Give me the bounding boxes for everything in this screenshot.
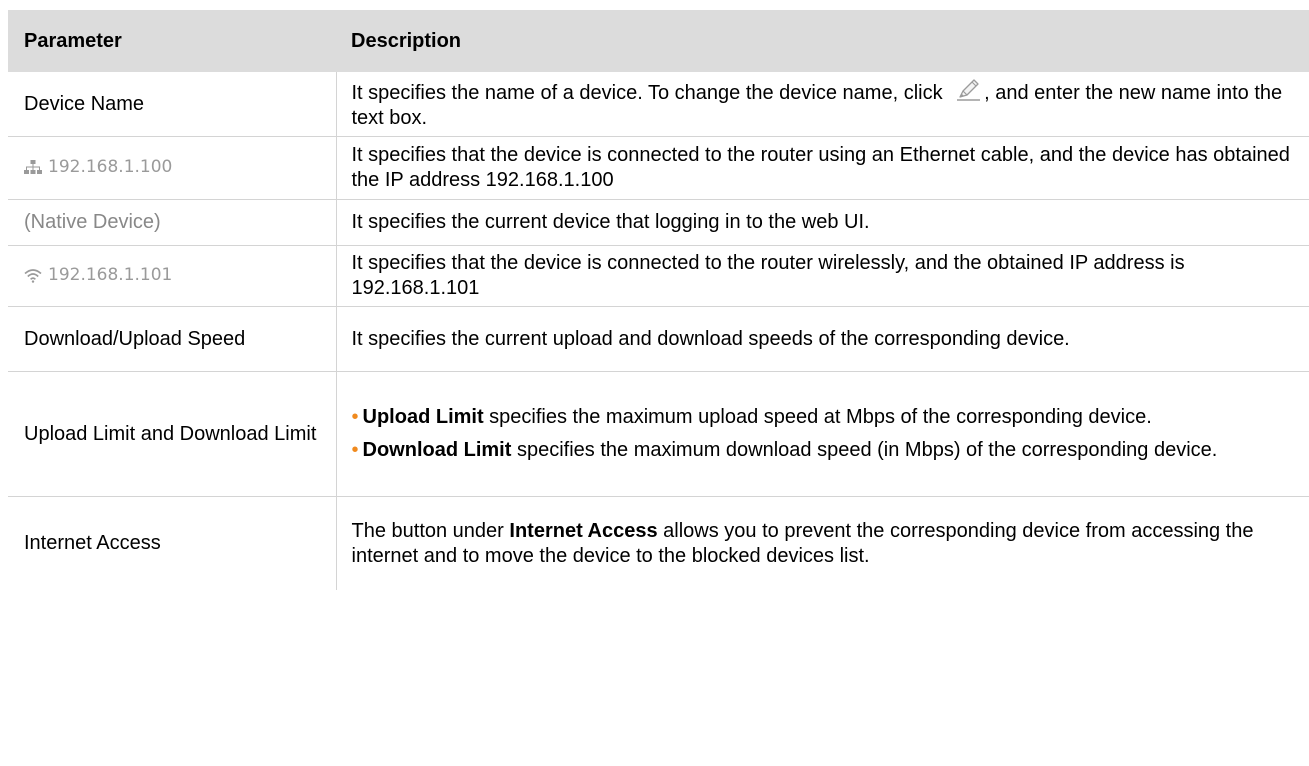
native-device-label: (Native Device) <box>24 211 161 233</box>
table-row: 192.168.1.100 It specifies that the devi… <box>8 136 1309 200</box>
table-header-row: Parameter Description <box>8 10 1309 72</box>
list-item: • Download Limit specifies the maximum do… <box>352 438 1304 463</box>
desc-internet-access: The button under Internet Access allows … <box>336 497 1309 591</box>
header-parameter: Parameter <box>8 10 336 72</box>
parameter-table: Parameter Description Device Name It spe… <box>8 10 1309 590</box>
desc-native-device: It specifies the current device that log… <box>336 199 1309 246</box>
download-limit-term: Download Limit <box>362 439 512 461</box>
wifi-icon <box>24 268 42 283</box>
param-wired-sample: 192.168.1.100 <box>8 136 337 200</box>
internet-desc-part1: The button under <box>351 519 510 542</box>
bullet-icon: • <box>351 406 359 428</box>
table-row: Upload Limit and Download Limit • Upload … <box>8 371 1309 497</box>
table-row: 192.168.1.101 It specifies that the devi… <box>8 245 1309 307</box>
param-limit: Upload Limit and Download Limit <box>8 371 337 497</box>
desc-wired: It specifies that the device is connecte… <box>336 136 1309 200</box>
internet-access-term: Internet Access <box>509 519 658 542</box>
wireless-ip-text: 192.168.1.101 <box>48 264 173 285</box>
wired-ip-sample: 192.168.1.100 <box>24 155 172 180</box>
table-row: (Native Device) It specifies the current… <box>8 199 1309 246</box>
wireless-ip-sample: 192.168.1.101 <box>24 263 172 288</box>
param-speed: Download/Upload Speed <box>8 306 337 372</box>
ethernet-icon <box>24 160 42 175</box>
download-limit-desc: specifies the maximum download speed (in… <box>511 439 1218 461</box>
desc-wireless: It specifies that the device is connecte… <box>336 245 1309 307</box>
list-item: • Upload Limit specifies the maximum uplo… <box>352 405 1304 430</box>
header-description: Description <box>336 10 1309 72</box>
wired-ip-text: 192.168.1.100 <box>48 156 173 177</box>
param-internet-access: Internet Access <box>8 496 337 590</box>
param-native-device: (Native Device) <box>8 199 337 246</box>
desc-speed: It specifies the current upload and down… <box>336 306 1309 372</box>
table-row: Device Name It specifies the name of a d… <box>8 72 1309 137</box>
table-row: Internet Access The button under Interne… <box>8 496 1309 591</box>
desc-device-name: It specifies the name of a device. To ch… <box>336 72 1309 137</box>
bullet-icon: • <box>351 439 359 461</box>
param-wireless-sample: 192.168.1.101 <box>8 245 337 307</box>
upload-limit-desc: specifies the maximum upload speed at Mb… <box>483 406 1152 428</box>
upload-limit-term: Upload Limit <box>362 406 484 428</box>
pencil-edit-icon <box>957 78 981 101</box>
param-device-name: Device Name <box>8 72 337 137</box>
parameter-table-wrapper: Parameter Description Device Name It spe… <box>8 10 1309 590</box>
desc-device-name-part1: It specifies the name of a device. To ch… <box>351 81 949 104</box>
desc-limit: • Upload Limit specifies the maximum uplo… <box>336 371 1309 497</box>
table-row: Download/Upload Speed It specifies the c… <box>8 306 1309 372</box>
